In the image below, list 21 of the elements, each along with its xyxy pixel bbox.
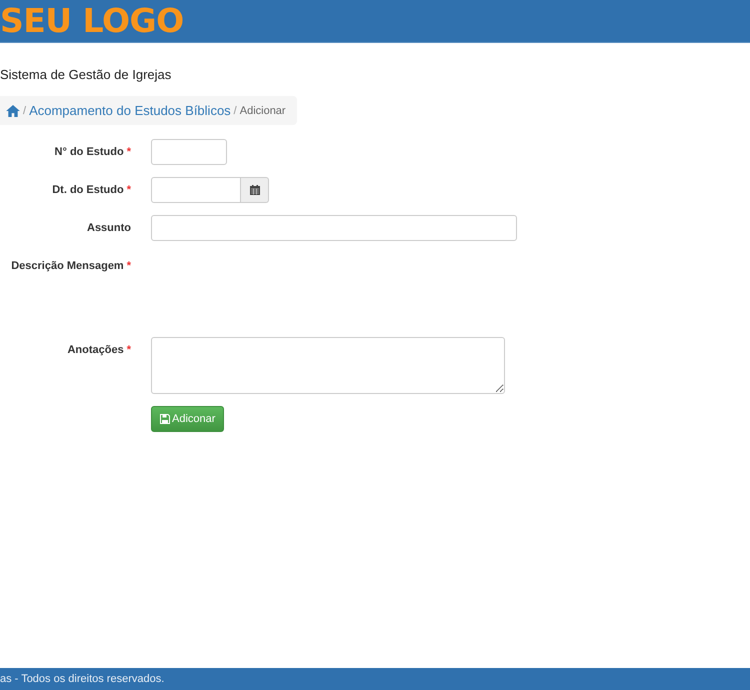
field-label: Assunto (86, 221, 131, 234)
input-field[interactable] (151, 215, 517, 241)
breadcrumb-separator: / (234, 104, 237, 116)
save-icon (160, 414, 170, 424)
date-field[interactable] (151, 177, 241, 203)
copyright-text: as - Todos os direitos reservados. (0, 673, 164, 685)
input-field[interactable] (151, 139, 227, 165)
add-button[interactable]: Adiconar (151, 406, 224, 432)
breadcrumb-link[interactable]: Acompamento do Estudos Bíblicos (29, 103, 231, 118)
logo: SEU LOGO (0, 0, 184, 42)
page-title: Sistema de Gestão de Igrejas (0, 67, 172, 82)
field-label: Descrição Mensagem * (10, 259, 131, 272)
calendar-icon (250, 185, 260, 195)
text-area[interactable] (151, 337, 505, 394)
calendar-button[interactable] (241, 177, 269, 203)
field-label: Anotações * (66, 343, 131, 356)
breadcrumb-separator: / (23, 104, 26, 116)
breadcrumb-current: Adicionar (240, 104, 286, 116)
home-icon[interactable] (6, 104, 20, 116)
field-label: Dt. do Estudo * (51, 183, 131, 196)
field-label: N° do Estudo * (54, 145, 131, 158)
